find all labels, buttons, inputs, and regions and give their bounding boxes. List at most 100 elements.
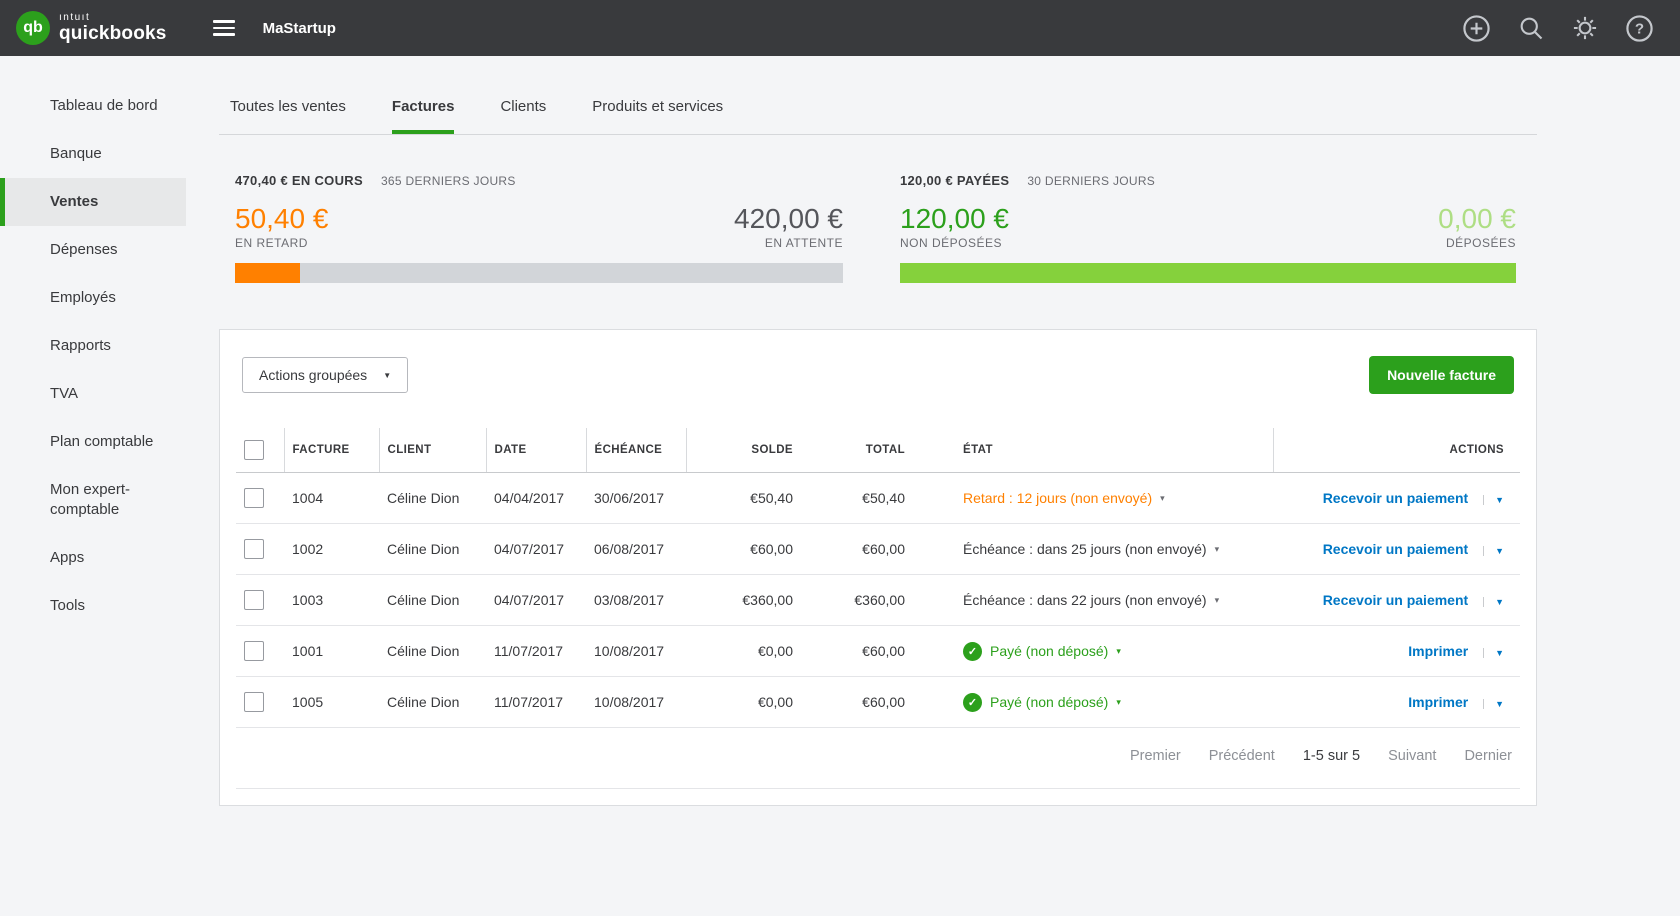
sidebar-item-banque[interactable]: Banque [0,130,186,178]
due-date: 10/08/2017 [586,626,686,677]
column-etat[interactable]: ÉTAT [913,428,1273,473]
intuit-wordmark: ıntuıt [59,13,167,23]
create-plus-icon[interactable] [1462,14,1491,43]
paid-progress-bar [900,263,1516,283]
pagination-first[interactable]: Premier [1130,748,1181,764]
sidebar-item-rapports[interactable]: Rapports [0,322,186,370]
column-date[interactable]: DATE [486,428,586,473]
table-row: 1005 Céline Dion 11/07/2017 10/08/2017 €… [236,677,1520,728]
sidebar-nav: Tableau de bord Banque Ventes Dépenses E… [0,56,207,916]
total: €60,00 [801,677,913,728]
due-date: 10/08/2017 [586,677,686,728]
sidebar-item-ventes[interactable]: Ventes [0,178,186,226]
balance: €50,40 [686,473,801,524]
sidebar-item-tva[interactable]: TVA [0,370,186,418]
sidebar-item-plan-comptable[interactable]: Plan comptable [0,418,186,466]
table-row: 1001 Céline Dion 11/07/2017 10/08/2017 €… [236,626,1520,677]
sidebar-item-employes[interactable]: Employés [0,274,186,322]
tab-produits-et-services[interactable]: Produits et services [592,86,723,134]
tab-clients[interactable]: Clients [500,86,546,134]
table-row: 1003 Céline Dion 04/07/2017 03/08/2017 €… [236,575,1520,626]
print-link[interactable]: Imprimer [1408,643,1468,659]
status-dropdown[interactable]: Échéance : dans 25 jours (non envoyé) ▾ [963,541,1219,557]
action-dropdown-icon[interactable]: ▼ [1483,546,1504,556]
column-actions: ACTIONS [1273,428,1520,473]
pagination-next[interactable]: Suivant [1388,748,1436,764]
tab-factures[interactable]: Factures [392,86,455,134]
overdue-amount: 50,40 € [235,204,328,233]
sidebar-item-depenses[interactable]: Dépenses [0,226,186,274]
action-dropdown-icon[interactable]: ▼ [1483,699,1504,709]
receive-payment-link[interactable]: Recevoir un paiement [1323,541,1469,557]
column-client[interactable]: CLIENT [379,428,486,473]
quickbooks-wordmark: quickbooks [59,24,167,43]
client-name: Céline Dion [379,524,486,575]
pagination-last[interactable]: Dernier [1464,748,1512,764]
undeposited-label: NON DÉPOSÉES [900,236,1009,250]
open-label: EN ATTENTE [734,236,843,250]
print-link[interactable]: Imprimer [1408,694,1468,710]
hamburger-menu-icon[interactable] [209,10,239,46]
pagination: Premier Précédent 1-5 sur 5 Suivant Dern… [236,728,1520,789]
unpaid-section: 470,40 € EN COURS 365 DERNIERS JOURS 50,… [235,173,843,283]
invoice-date: 11/07/2017 [486,677,586,728]
table-row: 1002 Céline Dion 04/07/2017 06/08/2017 €… [236,524,1520,575]
balance: €0,00 [686,626,801,677]
invoice-date: 11/07/2017 [486,626,586,677]
invoice-number: 1004 [284,473,379,524]
help-icon[interactable]: ? [1625,14,1654,43]
chevron-down-icon: ▼ [383,371,391,380]
pagination-previous[interactable]: Précédent [1209,748,1275,764]
deposited-label: DÉPOSÉES [1438,236,1516,250]
status-dropdown[interactable]: Échéance : dans 22 jours (non envoyé) ▾ [963,592,1219,608]
sidebar-item-tableau-de-bord[interactable]: Tableau de bord [0,82,186,130]
row-checkbox[interactable] [244,641,264,661]
status-dropdown[interactable]: Retard : 12 jours (non envoyé) ▾ [963,490,1165,506]
quickbooks-logo: qb ıntuıt quickbooks [0,11,167,45]
row-checkbox[interactable] [244,590,264,610]
action-dropdown-icon[interactable]: ▼ [1483,597,1504,607]
batch-actions-button[interactable]: Actions groupées ▼ [242,357,408,393]
receive-payment-link[interactable]: Recevoir un paiement [1323,490,1469,506]
status-dropdown[interactable]: ✓ Payé (non déposé) ▾ [963,693,1121,712]
sidebar-item-apps[interactable]: Apps [0,534,186,582]
company-name: MaStartup [263,20,336,37]
select-all-checkbox[interactable] [244,440,264,460]
column-solde[interactable]: SOLDE [686,428,801,473]
column-facture[interactable]: FACTURE [284,428,379,473]
gear-icon[interactable] [1571,14,1599,42]
unpaid-period: 365 DERNIERS JOURS [381,174,516,188]
balance: €60,00 [686,524,801,575]
sidebar-item-mon-expert-comptable[interactable]: Mon expert-comptable [0,466,186,534]
status-dropdown[interactable]: ✓ Payé (non déposé) ▾ [963,642,1121,661]
new-invoice-button[interactable]: Nouvelle facture [1369,356,1514,394]
receive-payment-link[interactable]: Recevoir un paiement [1323,592,1469,608]
row-checkbox[interactable] [244,488,264,508]
invoice-date: 04/04/2017 [486,473,586,524]
balance: €360,00 [686,575,801,626]
overdue-label: EN RETARD [235,236,328,250]
due-date: 06/08/2017 [586,524,686,575]
row-checkbox[interactable] [244,539,264,559]
column-echeance[interactable]: ÉCHÉANCE [586,428,686,473]
due-date: 30/06/2017 [586,473,686,524]
client-name: Céline Dion [379,473,486,524]
chevron-down-icon: ▾ [1160,493,1165,504]
tab-toutes-les-ventes[interactable]: Toutes les ventes [230,86,346,134]
table-header-row: FACTURE CLIENT DATE ÉCHÉANCE SOLDE TOTAL… [236,428,1520,473]
total: €60,00 [801,524,913,575]
money-bar: 470,40 € EN COURS 365 DERNIERS JOURS 50,… [235,173,1521,283]
invoice-date: 04/07/2017 [486,524,586,575]
column-total[interactable]: TOTAL [801,428,913,473]
client-name: Céline Dion [379,575,486,626]
invoices-card: Actions groupées ▼ Nouvelle facture FACT… [219,329,1537,806]
svg-text:?: ? [1635,20,1644,37]
open-amount: 420,00 € [734,204,843,233]
action-dropdown-icon[interactable]: ▼ [1483,495,1504,505]
invoice-number: 1005 [284,677,379,728]
action-dropdown-icon[interactable]: ▼ [1483,648,1504,658]
search-icon[interactable] [1517,14,1545,42]
sidebar-item-tools[interactable]: Tools [0,582,186,630]
row-checkbox[interactable] [244,692,264,712]
invoice-number: 1003 [284,575,379,626]
